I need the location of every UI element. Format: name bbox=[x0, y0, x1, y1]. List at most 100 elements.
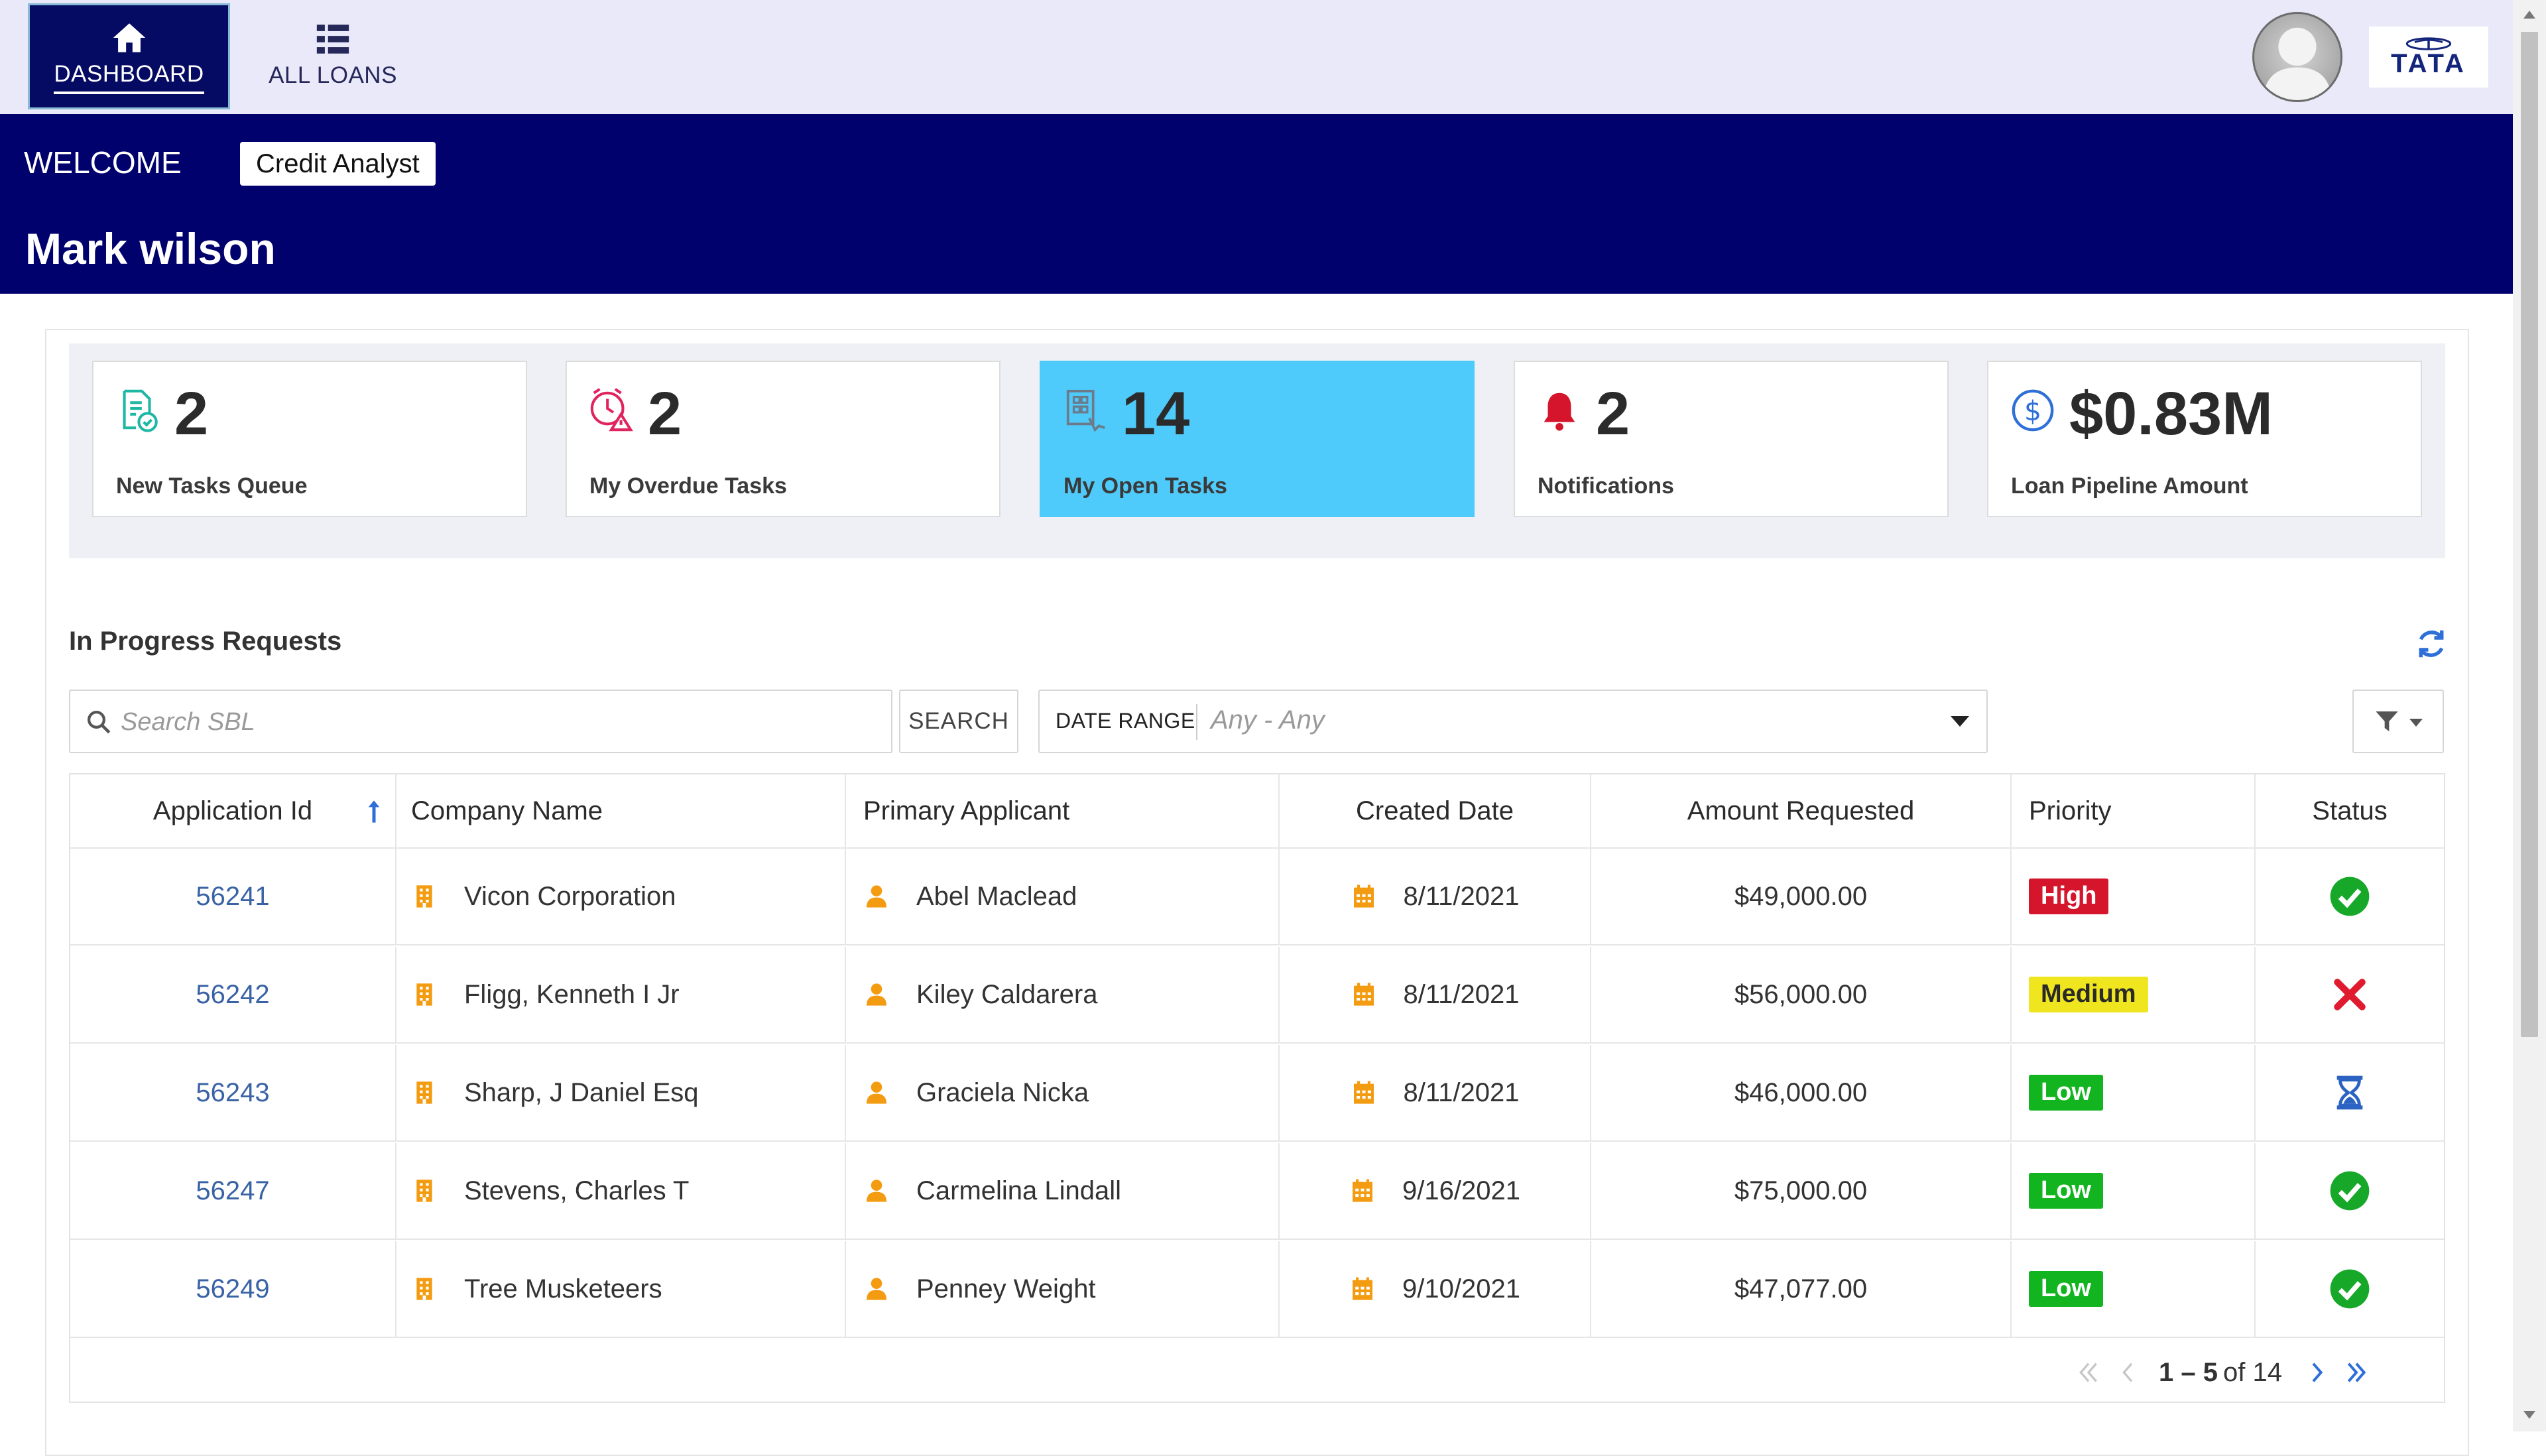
table-row[interactable]: 56249 Tree Musketeers Penney Weight 9/10/20… bbox=[70, 1241, 2444, 1338]
cell-status bbox=[2256, 1143, 2444, 1239]
cell-created-date: 8/11/2021 bbox=[1280, 947, 1590, 1042]
created-date: 8/11/2021 bbox=[1403, 979, 1520, 1009]
open-tasks-icon bbox=[1066, 389, 1105, 432]
calendar-icon bbox=[1353, 983, 1374, 1006]
created-date: 9/10/2021 bbox=[1402, 1274, 1520, 1304]
column-header-label: Amount Requested bbox=[1687, 796, 1915, 825]
cell-amount-requested: $56,000.00 bbox=[1591, 947, 2010, 1042]
company-logo: TATA bbox=[2369, 27, 2488, 88]
user-icon bbox=[867, 1278, 886, 1300]
column-divider bbox=[845, 1143, 846, 1239]
prev-page-button[interactable] bbox=[2108, 1353, 2148, 1392]
date-range-select[interactable]: DATE RANGE Any - Any bbox=[1038, 690, 1988, 753]
company-name: Fligg, Kenneth I Jr bbox=[464, 979, 680, 1009]
stat-new-tasks-queue[interactable]: 2 New Tasks Queue bbox=[92, 361, 527, 517]
filter-button[interactable] bbox=[2352, 690, 2444, 753]
col-company-name[interactable]: Company Name bbox=[411, 774, 842, 847]
list-icon bbox=[316, 25, 349, 54]
table-row[interactable]: 56242 Fligg, Kenneth I Jr Kiley Caldarera 8… bbox=[70, 947, 2444, 1044]
company-name: Tree Musketeers bbox=[464, 1274, 662, 1304]
refresh-icon[interactable] bbox=[2413, 626, 2449, 662]
user-avatar[interactable] bbox=[2252, 12, 2342, 102]
cell-company-name: Vicon Corporation bbox=[411, 849, 842, 944]
column-divider bbox=[395, 947, 396, 1042]
cell-status bbox=[2256, 947, 2444, 1042]
col-created-date[interactable]: Created Date bbox=[1280, 774, 1590, 847]
column-header-label: Priority bbox=[2029, 796, 2112, 825]
scrollbar-thumb[interactable] bbox=[2521, 32, 2538, 1037]
calendar-icon bbox=[1353, 1277, 1373, 1300]
amount-requested: $56,000.00 bbox=[1734, 979, 1868, 1009]
table-row[interactable]: 56241 Vicon Corporation Abel Maclead 8/11/2… bbox=[70, 849, 2444, 945]
cell-company-name: Sharp, J Daniel Esq bbox=[411, 1045, 842, 1140]
page-scrollbar[interactable] bbox=[2513, 0, 2546, 1431]
application-id-link[interactable]: 56249 bbox=[196, 1274, 269, 1304]
search-field[interactable] bbox=[69, 690, 892, 753]
application-id-link[interactable]: 56247 bbox=[196, 1176, 269, 1206]
table-header-row: Application Id Company Name Primary Appl… bbox=[70, 774, 2444, 849]
scroll-up-arrow-icon[interactable] bbox=[2523, 11, 2535, 19]
first-page-button[interactable] bbox=[2069, 1353, 2108, 1392]
tab-all-loans[interactable]: ALL LOANS bbox=[233, 3, 432, 109]
col-amount-requested[interactable]: Amount Requested bbox=[1591, 774, 2010, 847]
table-row[interactable]: 56243 Sharp, J Daniel Esq Graciela Nicka 8/… bbox=[70, 1045, 2444, 1142]
page-range: 1 – 5 bbox=[2159, 1357, 2218, 1387]
cell-application-id[interactable]: 56241 bbox=[70, 849, 395, 944]
column-divider bbox=[2010, 849, 2012, 944]
next-page-button[interactable] bbox=[2297, 1353, 2336, 1392]
close-x-icon bbox=[2334, 979, 2366, 1010]
col-primary-applicant[interactable]: Primary Applicant bbox=[863, 774, 1294, 847]
cell-application-id[interactable]: 56243 bbox=[70, 1045, 395, 1140]
scroll-down-arrow-icon[interactable] bbox=[2523, 1411, 2535, 1419]
column-header-label: Created Date bbox=[1356, 796, 1514, 825]
stat-label: My Overdue Tasks bbox=[589, 473, 787, 499]
cell-priority: Low bbox=[2029, 1143, 2254, 1239]
tata-logo-icon bbox=[2405, 37, 2452, 50]
application-id-link[interactable]: 56241 bbox=[196, 882, 269, 912]
home-icon bbox=[113, 23, 145, 52]
cell-application-id[interactable]: 56247 bbox=[70, 1143, 395, 1239]
stat-label: My Open Tasks bbox=[1063, 473, 1227, 499]
cell-created-date: 9/10/2021 bbox=[1280, 1241, 1590, 1337]
check-circle-icon bbox=[2330, 1269, 2370, 1309]
created-date: 8/11/2021 bbox=[1403, 881, 1520, 911]
column-divider bbox=[2010, 1045, 2012, 1140]
amount-requested: $75,000.00 bbox=[1734, 1176, 1868, 1205]
stat-value: 2 bbox=[1596, 380, 1630, 448]
stat-my-overdue-tasks[interactable]: 2 My Overdue Tasks bbox=[566, 361, 1000, 517]
stat-my-open-tasks[interactable]: 14 My Open Tasks bbox=[1040, 361, 1475, 517]
application-id-link[interactable]: 56243 bbox=[196, 1078, 269, 1108]
check-circle-icon bbox=[2330, 877, 2370, 916]
priority-badge: Low bbox=[2029, 1173, 2103, 1209]
column-divider bbox=[845, 849, 846, 944]
user-silhouette-icon bbox=[2263, 27, 2332, 100]
cell-application-id[interactable]: 56242 bbox=[70, 947, 395, 1042]
building-icon bbox=[416, 1180, 432, 1202]
cell-company-name: Tree Musketeers bbox=[411, 1241, 842, 1337]
user-name: Mark wilson bbox=[25, 224, 276, 273]
amount-requested: $47,077.00 bbox=[1734, 1274, 1868, 1304]
tab-dashboard[interactable]: DASHBOARD bbox=[28, 3, 230, 109]
top-navbar: DASHBOARD ALL LOANS TATA bbox=[0, 0, 2513, 114]
cell-application-id[interactable]: 56249 bbox=[70, 1241, 395, 1337]
building-icon bbox=[416, 1081, 432, 1104]
company-name: Sharp, J Daniel Esq bbox=[464, 1077, 699, 1107]
priority-badge: Medium bbox=[2029, 977, 2148, 1012]
cell-priority: High bbox=[2029, 849, 2254, 944]
search-input[interactable] bbox=[119, 698, 884, 747]
col-priority[interactable]: Priority bbox=[2029, 774, 2254, 847]
overdue-clock-icon bbox=[590, 388, 633, 432]
search-button[interactable]: SEARCH bbox=[899, 690, 1018, 753]
sort-ascending-icon[interactable] bbox=[366, 798, 382, 825]
col-application-id[interactable]: Application Id bbox=[70, 774, 395, 847]
date-range-divider bbox=[1196, 704, 1197, 740]
last-page-button[interactable] bbox=[2336, 1353, 2376, 1392]
application-id-link[interactable]: 56242 bbox=[196, 980, 269, 1010]
user-icon bbox=[867, 885, 886, 908]
table-row[interactable]: 56247 Stevens, Charles T Carmelina Lindall… bbox=[70, 1143, 2444, 1240]
svg-text:$: $ bbox=[2024, 395, 2041, 427]
applicant-name: Penney Weight bbox=[916, 1274, 1096, 1304]
stat-notifications[interactable]: 2 Notifications bbox=[1514, 361, 1949, 517]
col-status[interactable]: Status bbox=[2256, 774, 2444, 847]
stat-loan-pipeline-amount[interactable]: $ $0.83M Loan Pipeline Amount bbox=[1987, 361, 2422, 517]
